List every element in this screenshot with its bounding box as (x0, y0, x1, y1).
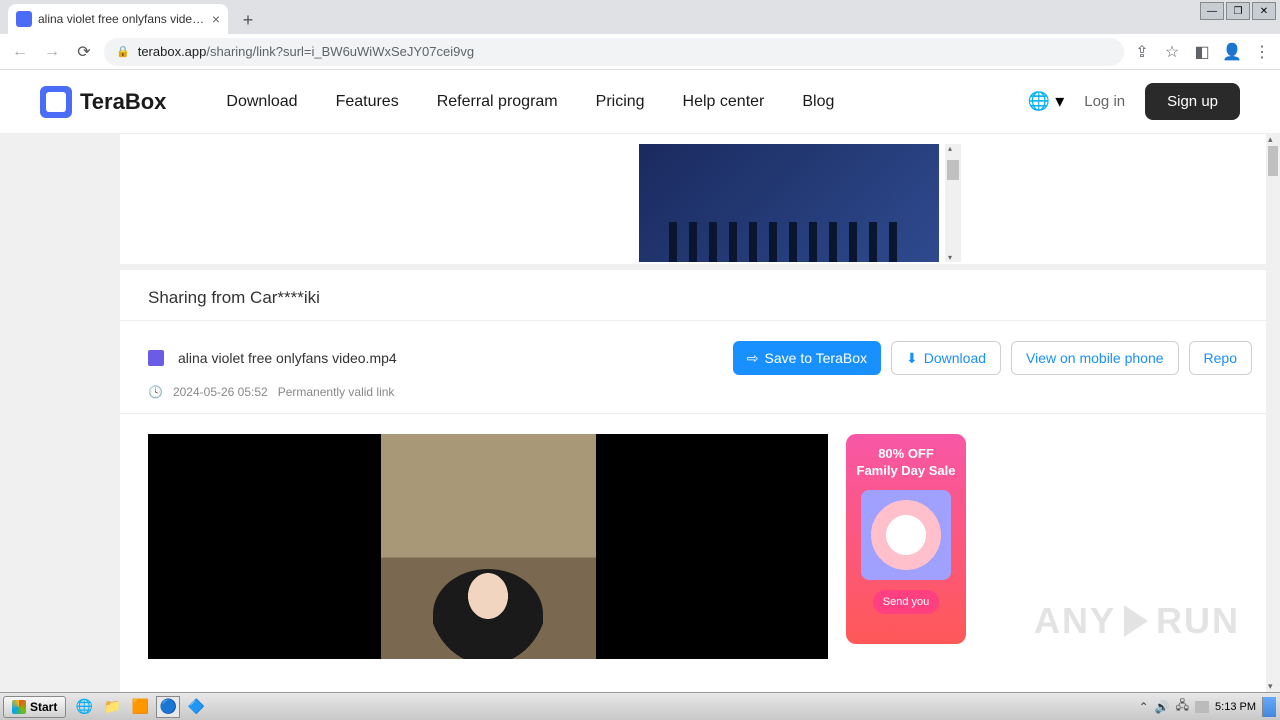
save-button[interactable]: ⇨ Save to TeraBox (733, 341, 881, 375)
signup-button[interactable]: Sign up (1145, 83, 1240, 120)
video-file-icon (148, 350, 164, 366)
video-player[interactable] (148, 434, 828, 659)
save-icon: ⇨ (747, 350, 759, 367)
watermark-left: ANY (1034, 600, 1116, 642)
taskbar: Start 🌐 📁 🟧 🔵 🔷 ⌃ 🔊 🖧 5:13 PM (0, 692, 1280, 720)
nav-pricing[interactable]: Pricing (596, 93, 645, 111)
promo-line1: 80% OFF (854, 446, 958, 463)
file-row: alina violet free onlyfans video.mp4 ⇨ S… (120, 321, 1280, 385)
taskbar-chrome-icon[interactable]: 🔵 (156, 696, 180, 718)
main-nav: Download Features Referral program Prici… (226, 93, 834, 111)
reload-button[interactable]: ⟳ (72, 40, 96, 64)
file-name: alina violet free onlyfans video.mp4 (178, 350, 719, 366)
minimize-button[interactable]: — (1200, 2, 1224, 20)
share-icon[interactable]: ⇪ (1132, 42, 1152, 62)
promo-cta[interactable]: Send you (873, 590, 939, 614)
bookmark-icon[interactable]: ☆ (1162, 42, 1182, 62)
logo-icon (40, 86, 72, 118)
taskbar-media-icon[interactable]: 🟧 (128, 696, 152, 718)
window-controls: — ❐ ✕ (1200, 2, 1276, 20)
validity: Permanently valid link (278, 385, 395, 399)
taskbar-ie-icon[interactable]: 🌐 (72, 696, 96, 718)
nav-referral[interactable]: Referral program (437, 93, 558, 111)
save-label: Save to TeraBox (765, 350, 867, 366)
download-label: Download (924, 350, 986, 366)
address-bar: ← → ⟳ 🔒 terabox.app/sharing/link?surl=i_… (0, 34, 1280, 70)
close-icon[interactable]: × (212, 11, 220, 27)
view-mobile-button[interactable]: View on mobile phone (1011, 341, 1179, 375)
share-header: Sharing from Car****iki (120, 264, 1280, 321)
url-domain: terabox.app (138, 44, 207, 59)
tab-title: alina violet free onlyfans video.mp4 (38, 12, 206, 26)
url-input[interactable]: 🔒 terabox.app/sharing/link?surl=i_BW6uWi… (104, 38, 1124, 66)
promo-image (861, 490, 951, 580)
video-frame (381, 434, 596, 659)
nav-download[interactable]: Download (226, 93, 297, 111)
report-button[interactable]: Repo (1189, 341, 1252, 375)
ad-banner (120, 134, 1280, 264)
sidepanel-icon[interactable]: ◧ (1192, 42, 1212, 62)
file-meta: 🕓 2024-05-26 05:52 Permanently valid lin… (120, 385, 1280, 414)
system-tray: ⌃ 🔊 🖧 5:13 PM (1139, 696, 1280, 717)
forward-button[interactable]: → (40, 40, 64, 64)
page-content: Sharing from Car****iki alina violet fre… (0, 134, 1280, 692)
nav-blog[interactable]: Blog (802, 93, 834, 111)
view-mobile-label: View on mobile phone (1026, 350, 1164, 366)
language-icon[interactable]: 🌐 ▾ (1028, 91, 1064, 112)
start-label: Start (30, 700, 57, 714)
maximize-button[interactable]: ❐ (1226, 2, 1250, 20)
nav-help[interactable]: Help center (683, 93, 765, 111)
clock-icon: 🕓 (148, 385, 163, 399)
download-icon: ⬇ (906, 350, 918, 367)
browser-tab[interactable]: alina violet free onlyfans video.mp4 × (8, 4, 228, 34)
promo-line2: Family Day Sale (854, 463, 958, 480)
close-window-button[interactable]: ✕ (1252, 2, 1276, 20)
timestamp: 2024-05-26 05:52 (173, 385, 268, 399)
show-desktop-button[interactable] (1262, 697, 1276, 717)
profile-icon[interactable]: 👤 (1222, 42, 1242, 62)
page-scrollbar[interactable] (1266, 134, 1280, 692)
watermark: ANY RUN (1034, 600, 1240, 642)
ad-scrollbar[interactable] (945, 144, 961, 262)
tray-chevron-icon[interactable]: ⌃ (1139, 700, 1149, 714)
tray-time[interactable]: 5:13 PM (1215, 701, 1256, 713)
tab-favicon (16, 11, 32, 27)
report-label: Repo (1204, 350, 1237, 366)
new-tab-button[interactable]: + (234, 6, 262, 34)
play-icon (1124, 605, 1148, 637)
logo-text: TeraBox (80, 89, 166, 115)
browser-tab-strip: alina violet free onlyfans video.mp4 × +… (0, 0, 1280, 34)
menu-icon[interactable]: ⋮ (1252, 42, 1272, 62)
taskbar-explorer-icon[interactable]: 📁 (100, 696, 124, 718)
promo-card[interactable]: 80% OFF Family Day Sale Send you (846, 434, 966, 644)
nav-features[interactable]: Features (336, 93, 399, 111)
watermark-right: RUN (1156, 600, 1240, 642)
url-path: /sharing/link?surl=i_BW6uWiWxSeJY07cei9v… (206, 44, 474, 59)
tray-volume-icon[interactable]: 🔊 (1155, 700, 1170, 714)
lock-icon: 🔒 (116, 45, 130, 58)
site-header: TeraBox Download Features Referral progr… (0, 70, 1280, 134)
tray-flag-icon[interactable] (1195, 701, 1209, 713)
logo[interactable]: TeraBox (40, 86, 166, 118)
windows-icon (12, 700, 26, 714)
tray-network-icon[interactable]: 🖧 (1176, 696, 1189, 717)
login-link[interactable]: Log in (1084, 93, 1125, 110)
taskbar-edge-icon[interactable]: 🔷 (184, 696, 208, 718)
share-title: Sharing from Car****iki (148, 288, 1252, 308)
start-button[interactable]: Start (3, 696, 66, 718)
back-button[interactable]: ← (8, 40, 32, 64)
download-button[interactable]: ⬇ Download (891, 341, 1001, 375)
ad-image[interactable] (639, 144, 939, 262)
